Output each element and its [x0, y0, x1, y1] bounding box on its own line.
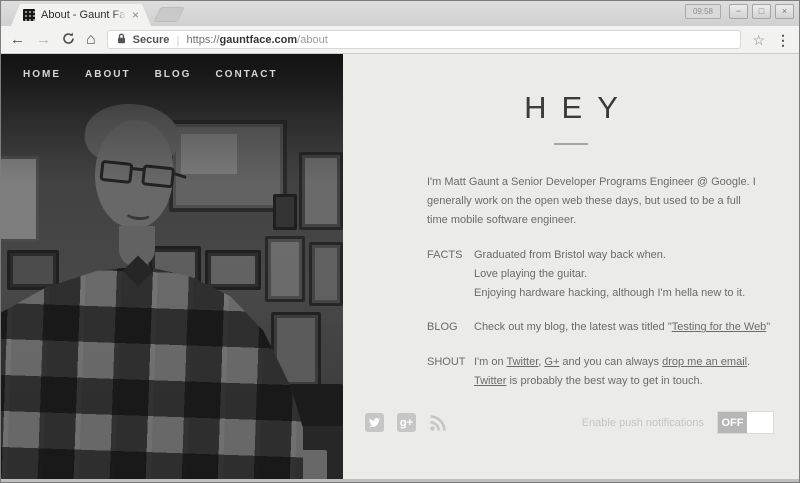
shout-line-1: I'm on Twitter, G+ and you can always dr… [474, 353, 772, 372]
facts-label: FACTS [427, 246, 474, 303]
rss-icon[interactable] [429, 413, 448, 432]
back-icon[interactable]: ← [10, 32, 25, 47]
plaid-shirt [1, 266, 303, 479]
window-indicator: 09:58 [685, 4, 721, 19]
shout-line-2: Twitter is probably the best way to get … [474, 372, 772, 391]
nav-item-about[interactable]: ABOUT [85, 69, 131, 80]
blog-text-end: " [766, 321, 770, 333]
home-icon[interactable]: ⌂ [86, 32, 96, 48]
site-nav: HOME ABOUT BLOG CONTACT [23, 69, 278, 80]
tab-strip: About - Gaunt Fa × 09:58 − □ × [1, 1, 799, 26]
window-controls: − □ × [729, 4, 794, 19]
intro-text: I'm Matt Gaunt a Senior Developer Progra… [427, 173, 763, 230]
browser-menu-icon[interactable]: ⋮ [776, 33, 790, 47]
page-footer: g+ Enable push notifications OFF [365, 411, 774, 434]
nav-item-home[interactable]: HOME [23, 69, 61, 80]
gplus-link[interactable]: G+ [544, 356, 559, 368]
url-host: gauntface.com [220, 34, 298, 46]
minimize-button[interactable]: − [729, 4, 748, 19]
url-path: /about [297, 34, 328, 46]
nav-item-blog[interactable]: BLOG [155, 69, 192, 80]
twitter-icon[interactable] [365, 413, 384, 432]
google-plus-icon[interactable]: g+ [397, 413, 416, 432]
twitter-link[interactable]: Twitter [506, 356, 538, 368]
url-text[interactable]: https://gauntface.com/about [187, 34, 328, 46]
about-main: HEY I'm Matt Gaunt a Senior Developer Pr… [343, 54, 799, 479]
blog-section: BLOG Check out my blog, the latest was t… [427, 318, 773, 337]
shout-body: I'm on Twitter, G+ and you can always dr… [474, 353, 772, 391]
address-bar[interactable]: Secure | https://gauntface.com/about [107, 30, 742, 49]
window-close-button[interactable]: × [775, 4, 794, 19]
facts-body: Graduated from Bristol way back when. Lo… [474, 246, 772, 303]
push-toggle[interactable]: OFF [717, 411, 774, 434]
browser-toolbar: ← → ⌂ Secure | https://gauntface.com/abo… [1, 26, 799, 54]
gauntface-favicon-icon [23, 9, 35, 21]
fact-line: Love playing the guitar. [474, 265, 772, 284]
push-notifications: Enable push notifications OFF [582, 411, 774, 434]
blog-body: Check out my blog, the latest was titled… [474, 318, 772, 337]
lock-icon [117, 33, 126, 47]
bookmark-star-icon[interactable]: ☆ [752, 33, 765, 47]
tab-close-icon[interactable]: × [132, 9, 139, 21]
fact-line: Enjoying hardware hacking, although I'm … [474, 284, 772, 303]
title-divider [554, 143, 588, 145]
url-separator: | [176, 33, 179, 47]
blog-post-link[interactable]: Testing for the Web [672, 321, 767, 333]
shout-label: SHOUT [427, 353, 474, 391]
nav-item-contact[interactable]: CONTACT [215, 69, 277, 80]
new-tab-button[interactable] [153, 7, 184, 22]
shout-section: SHOUT I'm on Twitter, G+ and you can alw… [427, 353, 773, 391]
profile-photo: HOME ABOUT BLOG CONTACT [1, 54, 343, 479]
facts-section: FACTS Graduated from Bristol way back wh… [427, 246, 773, 303]
forward-icon: → [36, 32, 51, 47]
fact-line: Graduated from Bristol way back when. [474, 246, 772, 265]
page-content: HOME ABOUT BLOG CONTACT HEY I'm Matt Gau… [1, 54, 799, 482]
blog-text: Check out my blog, the latest was titled… [474, 321, 672, 333]
email-link[interactable]: drop me an email [662, 356, 747, 368]
about-copy: I'm Matt Gaunt a Senior Developer Progra… [427, 173, 773, 391]
reload-icon[interactable] [62, 32, 75, 48]
push-toggle-state: OFF [718, 412, 747, 433]
blog-label: BLOG [427, 318, 474, 337]
social-links: g+ [365, 413, 448, 432]
tab-title: About - Gaunt Fa [41, 9, 126, 21]
maximize-button[interactable]: □ [752, 4, 771, 19]
twitter-link-2[interactable]: Twitter [474, 375, 506, 387]
browser-tab[interactable]: About - Gaunt Fa × [11, 4, 151, 26]
page-title: HEY [343, 90, 799, 126]
portrait-person [1, 54, 343, 479]
push-toggle-knob [747, 412, 773, 433]
url-scheme: https:// [187, 34, 220, 46]
security-label: Secure [133, 34, 170, 46]
push-label: Enable push notifications [582, 417, 704, 429]
browser-window: About - Gaunt Fa × 09:58 − □ × ← → ⌂ Sec… [0, 0, 800, 483]
